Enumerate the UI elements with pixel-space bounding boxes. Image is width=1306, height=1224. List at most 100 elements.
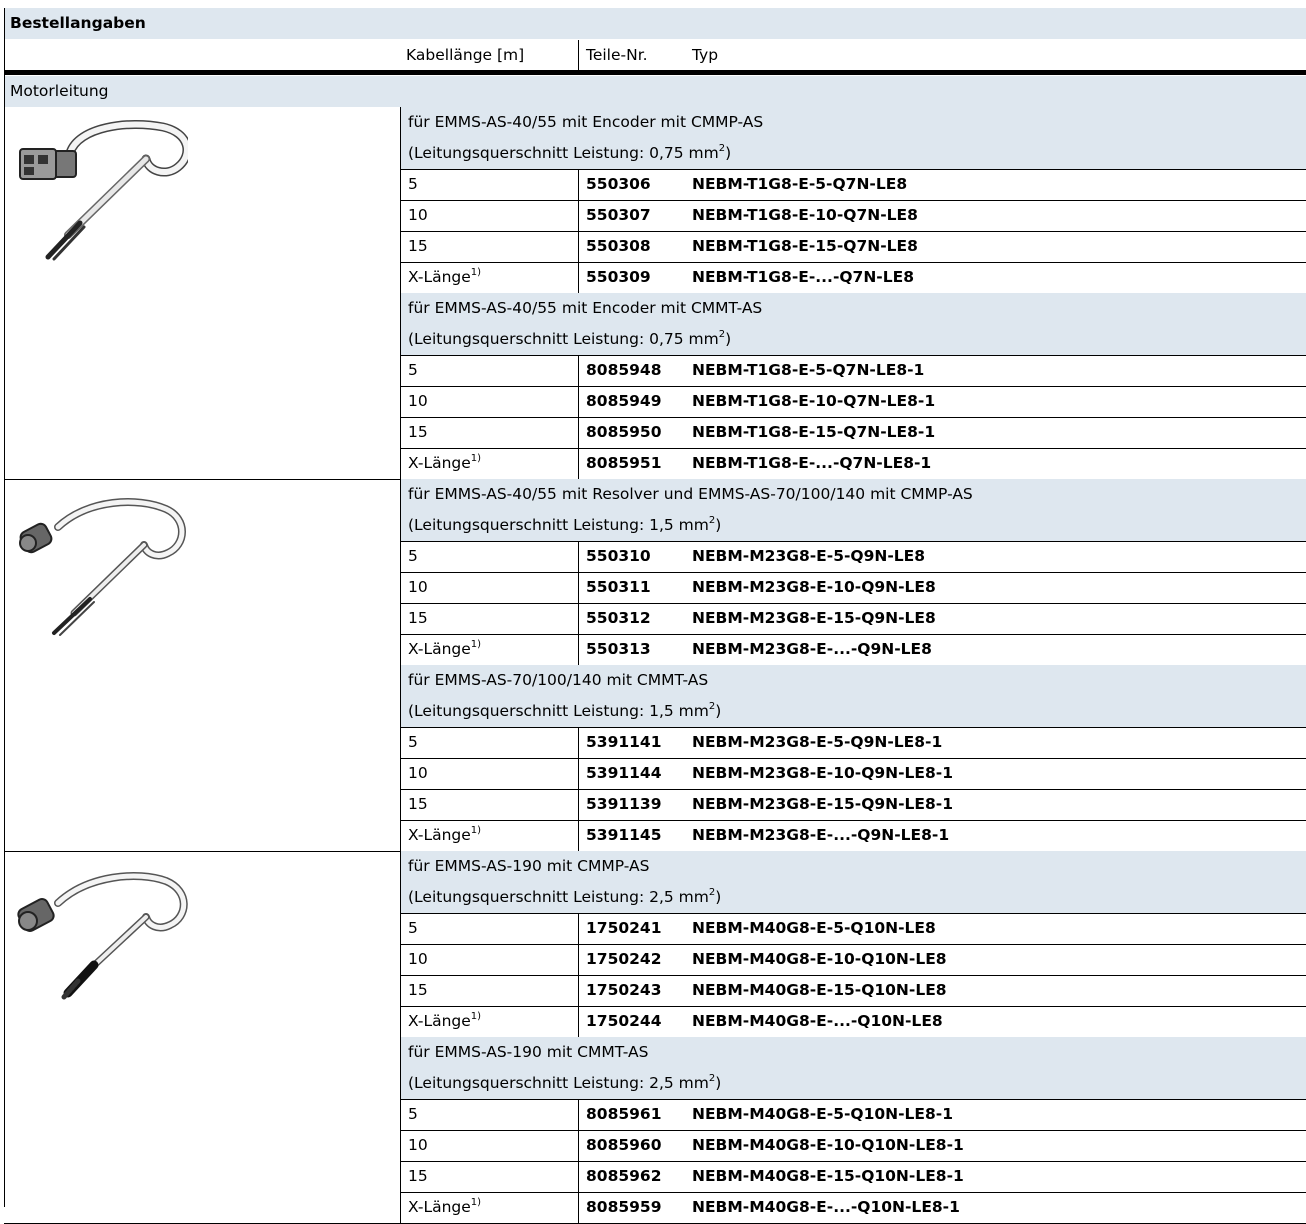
part-number: 550308: [586, 237, 651, 255]
cable-length: 5: [408, 727, 418, 758]
application-title: für EMMS-AS-40/55 mit Encoder mit CMMT-A…: [408, 299, 763, 317]
group-left-border: [400, 851, 401, 1223]
part-number: 550309: [586, 268, 651, 286]
part-number: 5391141: [586, 733, 662, 751]
type-code: NEBM-M23G8-E-5-Q9N-LE8: [692, 547, 926, 565]
group-left-border: [400, 107, 401, 479]
cross-section-note: (Leitungsquerschnitt Leistung: 1,5 mm2): [408, 696, 721, 727]
type-code: NEBM-M23G8-E-15-Q9N-LE8: [692, 609, 936, 627]
cable-length-text: 15: [408, 1167, 428, 1185]
column-header-part-no: Teile-Nr.: [586, 46, 648, 64]
cable-length: 15: [408, 231, 428, 262]
column-divider: [578, 169, 579, 200]
section-label: Motorleitung: [10, 82, 109, 100]
cable-length-text: 10: [408, 764, 428, 782]
column-divider: [578, 820, 579, 851]
type-code: NEBM-M23G8-E-...-Q9N-LE8: [692, 640, 932, 658]
part-number: 1750244: [586, 1012, 662, 1030]
cable-length: 15: [408, 603, 428, 634]
cross-section-note: (Leitungsquerschnitt Leistung: 1,5 mm2): [408, 510, 721, 541]
cable-length: 15: [408, 975, 428, 1006]
cable-length-text: 15: [408, 423, 428, 441]
column-divider: [578, 1006, 579, 1037]
cable-length: 5: [408, 1099, 418, 1130]
order-table-page: Bestellangaben Kabellänge [m] Teile-Nr. …: [0, 0, 1306, 1224]
column-divider: [578, 634, 579, 665]
cable-length: 5: [408, 169, 418, 200]
cross-section-text: (Leitungsquerschnitt Leistung: 0,75 mm: [408, 144, 719, 162]
column-divider: [578, 975, 579, 1006]
cable-length: 10: [408, 572, 428, 603]
application-title: für EMMS-AS-40/55 mit Resolver und EMMS-…: [408, 485, 973, 503]
cable-length: X-Länge1): [408, 448, 481, 479]
cross-section-text: (Leitungsquerschnitt Leistung: 1,5 mm: [408, 516, 709, 534]
type-code: NEBM-M23G8-E-15-Q9N-LE8-1: [692, 795, 954, 813]
type-code: NEBM-M23G8-E-...-Q9N-LE8-1: [692, 826, 950, 844]
footnote-marker: 1): [470, 1010, 482, 1022]
cable-length-text: X-Länge: [408, 1198, 471, 1216]
table-left-border: [4, 8, 5, 1207]
footnote-marker: 1): [470, 1196, 482, 1208]
type-code: NEBM-M40G8-E-15-Q10N-LE8-1: [692, 1167, 964, 1185]
cross-section-close: ): [715, 888, 722, 906]
cable-length-text: 5: [408, 361, 418, 379]
part-number: 550306: [586, 175, 651, 193]
application-title: für EMMS-AS-190 mit CMMP-AS: [408, 857, 650, 875]
part-number: 8085950: [586, 423, 662, 441]
cable-length-text: 5: [408, 733, 418, 751]
unit-exponent: 2: [708, 514, 716, 526]
type-code: NEBM-T1G8-E-15-Q7N-LE8-1: [692, 423, 936, 441]
type-code: NEBM-M23G8-E-10-Q9N-LE8-1: [692, 764, 954, 782]
type-code: NEBM-M40G8-E-...-Q10N-LE8-1: [692, 1198, 960, 1216]
cable-length-text: 15: [408, 609, 428, 627]
cable-image: [8, 859, 188, 1009]
application-header: für EMMS-AS-40/55 mit Encoder mit CMMT-A…: [400, 293, 1306, 355]
column-divider: [578, 789, 579, 820]
cable-length-text: X-Länge: [408, 640, 471, 658]
part-number: 550307: [586, 206, 651, 224]
cable-length: 10: [408, 944, 428, 975]
cable-length-text: 10: [408, 206, 428, 224]
cross-section-text: (Leitungsquerschnitt Leistung: 1,5 mm: [408, 702, 709, 720]
cable-length-text: X-Länge: [408, 268, 471, 286]
type-code: NEBM-M40G8-E-10-Q10N-LE8: [692, 950, 947, 968]
footnote-marker: 1): [470, 266, 482, 278]
cable-length: 10: [408, 200, 428, 231]
cable-length: X-Länge1): [408, 1006, 481, 1037]
part-number: 8085959: [586, 1198, 662, 1216]
part-number: 5391139: [586, 795, 662, 813]
application-header: für EMMS-AS-70/100/140 mit CMMT-AS (Leitu…: [400, 665, 1306, 727]
column-divider: [578, 727, 579, 758]
cable-length-text: 10: [408, 392, 428, 410]
part-number: 8085961: [586, 1105, 662, 1123]
application-header: für EMMS-AS-40/55 mit Resolver und EMMS-…: [400, 479, 1306, 541]
type-code: NEBM-M40G8-E-5-Q10N-LE8-1: [692, 1105, 954, 1123]
header-divider: [578, 40, 579, 71]
type-code: NEBM-M23G8-E-10-Q9N-LE8: [692, 578, 936, 596]
cross-section-close: ): [715, 516, 722, 534]
cable-length-text: 10: [408, 578, 428, 596]
cable-length-text: X-Länge: [408, 1012, 471, 1030]
column-header-length: Kabellänge [m]: [406, 46, 525, 64]
part-number: 1750241: [586, 919, 662, 937]
type-code: NEBM-T1G8-E-10-Q7N-LE8: [692, 206, 918, 224]
cable-length-text: 5: [408, 1105, 418, 1123]
part-number: 1750242: [586, 950, 662, 968]
type-code: NEBM-T1G8-E-5-Q7N-LE8-1: [692, 361, 925, 379]
column-divider: [578, 417, 579, 448]
cable-length: X-Länge1): [408, 634, 481, 665]
part-number: 550311: [586, 578, 651, 596]
cross-section-note: (Leitungsquerschnitt Leistung: 2,5 mm2): [408, 1068, 721, 1099]
footnote-marker: 1): [470, 452, 482, 464]
cable-image: [8, 487, 188, 637]
unit-exponent: 2: [708, 1072, 716, 1084]
cable-length-text: 5: [408, 919, 418, 937]
part-number: 550310: [586, 547, 651, 565]
application-header: für EMMS-AS-190 mit CMMT-AS (Leitungsquer…: [400, 1037, 1306, 1099]
column-divider: [578, 1130, 579, 1161]
cable-length-text: 15: [408, 795, 428, 813]
cross-section-close: ): [715, 1074, 722, 1092]
group-left-border: [400, 479, 401, 851]
section-band: [4, 76, 1306, 107]
column-divider: [578, 913, 579, 944]
